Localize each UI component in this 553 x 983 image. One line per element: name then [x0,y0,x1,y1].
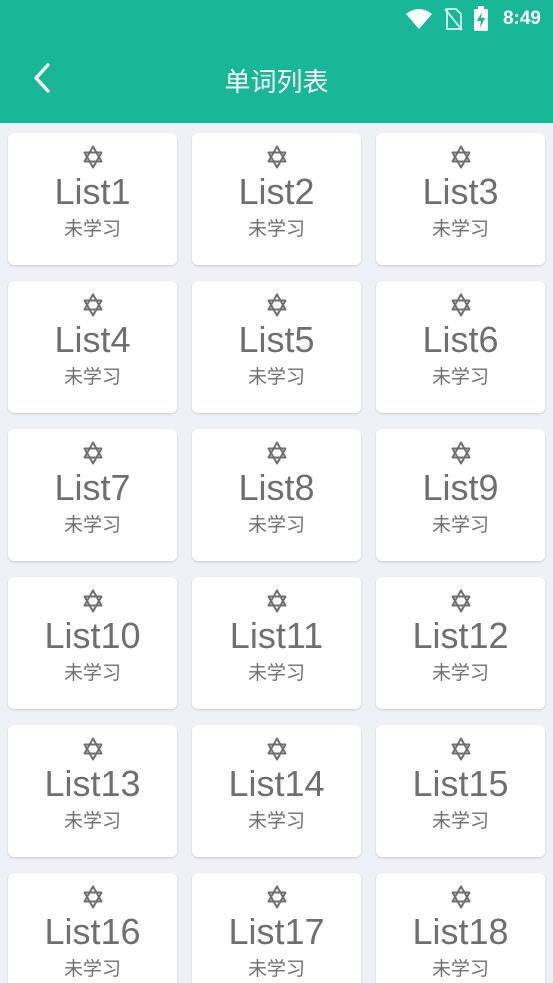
list-card-status: 未学习 [431,366,489,388]
list-card-status: 未学习 [431,662,489,684]
list-card-status: 未学习 [247,218,305,240]
list-card-status: 未学习 [247,514,305,536]
list-card-title: List4 [54,319,131,360]
no-sim-icon [443,7,463,31]
list-card-17[interactable]: List17 未学习 [192,873,361,983]
list-card-4[interactable]: List4 未学习 [8,281,177,413]
list-card-title: List15 [412,763,509,804]
star-of-david-outline-icon [81,292,105,318]
star-of-david-outline-icon [265,292,289,318]
list-card-9[interactable]: List9 未学习 [376,429,545,561]
list-card-title: List18 [412,911,509,952]
star-of-david-outline-icon [449,440,473,466]
star-of-david-outline-icon [265,884,289,910]
list-card-title: List10 [44,615,141,656]
list-card-title: List8 [238,467,315,508]
list-card-title: List5 [238,319,315,360]
list-card-10[interactable]: List10 未学习 [8,577,177,709]
list-card-title: List14 [228,763,325,804]
list-card-18[interactable]: List18 未学习 [376,873,545,983]
star-of-david-outline-icon [449,144,473,170]
status-time: 8:49 [502,8,541,29]
status-bar: 8:49 [0,0,553,38]
list-card-11[interactable]: List11 未学习 [192,577,361,709]
list-card-5[interactable]: List5 未学习 [192,281,361,413]
list-card-8[interactable]: List8 未学习 [192,429,361,561]
list-card-status: 未学习 [247,366,305,388]
star-of-david-outline-icon [449,884,473,910]
star-of-david-outline-icon [265,440,289,466]
list-card-16[interactable]: List16 未学习 [8,873,177,983]
list-card-6[interactable]: List6 未学习 [376,281,545,413]
list-card-status: 未学习 [431,218,489,240]
list-card-title: List9 [422,467,499,508]
list-card-status: 未学习 [63,810,121,832]
list-card-title: List16 [44,911,141,952]
star-of-david-outline-icon [81,144,105,170]
star-of-david-outline-icon [265,144,289,170]
list-card-status: 未学习 [247,810,305,832]
list-card-status: 未学习 [431,514,489,536]
list-card-status: 未学习 [247,958,305,980]
star-of-david-outline-icon [449,736,473,762]
list-card-title: List1 [54,171,131,212]
list-card-title: List13 [44,763,141,804]
list-card-title: List12 [412,615,509,656]
list-card-15[interactable]: List15 未学习 [376,725,545,857]
list-card-title: List6 [422,319,499,360]
app-header: 8:49 单词列表 [0,0,553,123]
star-of-david-outline-icon [449,588,473,614]
toolbar: 单词列表 [0,38,553,123]
list-card-status: 未学习 [431,958,489,980]
list-card-12[interactable]: List12 未学习 [376,577,545,709]
list-card-status: 未学习 [63,662,121,684]
list-card-14[interactable]: List14 未学习 [192,725,361,857]
list-card-7[interactable]: List7 未学习 [8,429,177,561]
list-card-3[interactable]: List3 未学习 [376,133,545,265]
list-card-status: 未学习 [63,218,121,240]
list-card-13[interactable]: List13 未学习 [8,725,177,857]
list-card-1[interactable]: List1 未学习 [8,133,177,265]
battery-charging-icon [473,6,489,32]
list-card-title: List2 [238,171,315,212]
list-card-status: 未学习 [431,810,489,832]
list-card-2[interactable]: List2 未学习 [192,133,361,265]
list-card-title: List7 [54,467,131,508]
page-title: 单词列表 [224,68,329,98]
star-of-david-outline-icon [265,736,289,762]
wifi-icon [405,8,433,30]
star-of-david-outline-icon [81,884,105,910]
list-card-status: 未学习 [63,366,121,388]
list-card-status: 未学习 [63,958,121,980]
star-of-david-outline-icon [81,736,105,762]
chevron-left-icon [31,62,53,98]
star-of-david-outline-icon [81,588,105,614]
list-card-title: List3 [422,171,499,212]
list-card-status: 未学习 [247,662,305,684]
star-of-david-outline-icon [81,440,105,466]
star-of-david-outline-icon [265,588,289,614]
list-card-title: List17 [228,911,325,952]
star-of-david-outline-icon [449,292,473,318]
back-button[interactable] [20,58,64,102]
word-list-grid: List1 未学习 List2 未学习 List3 未学习 List4 未学习 [8,133,546,983]
list-card-status: 未学习 [63,514,121,536]
list-card-title: List11 [229,615,324,656]
